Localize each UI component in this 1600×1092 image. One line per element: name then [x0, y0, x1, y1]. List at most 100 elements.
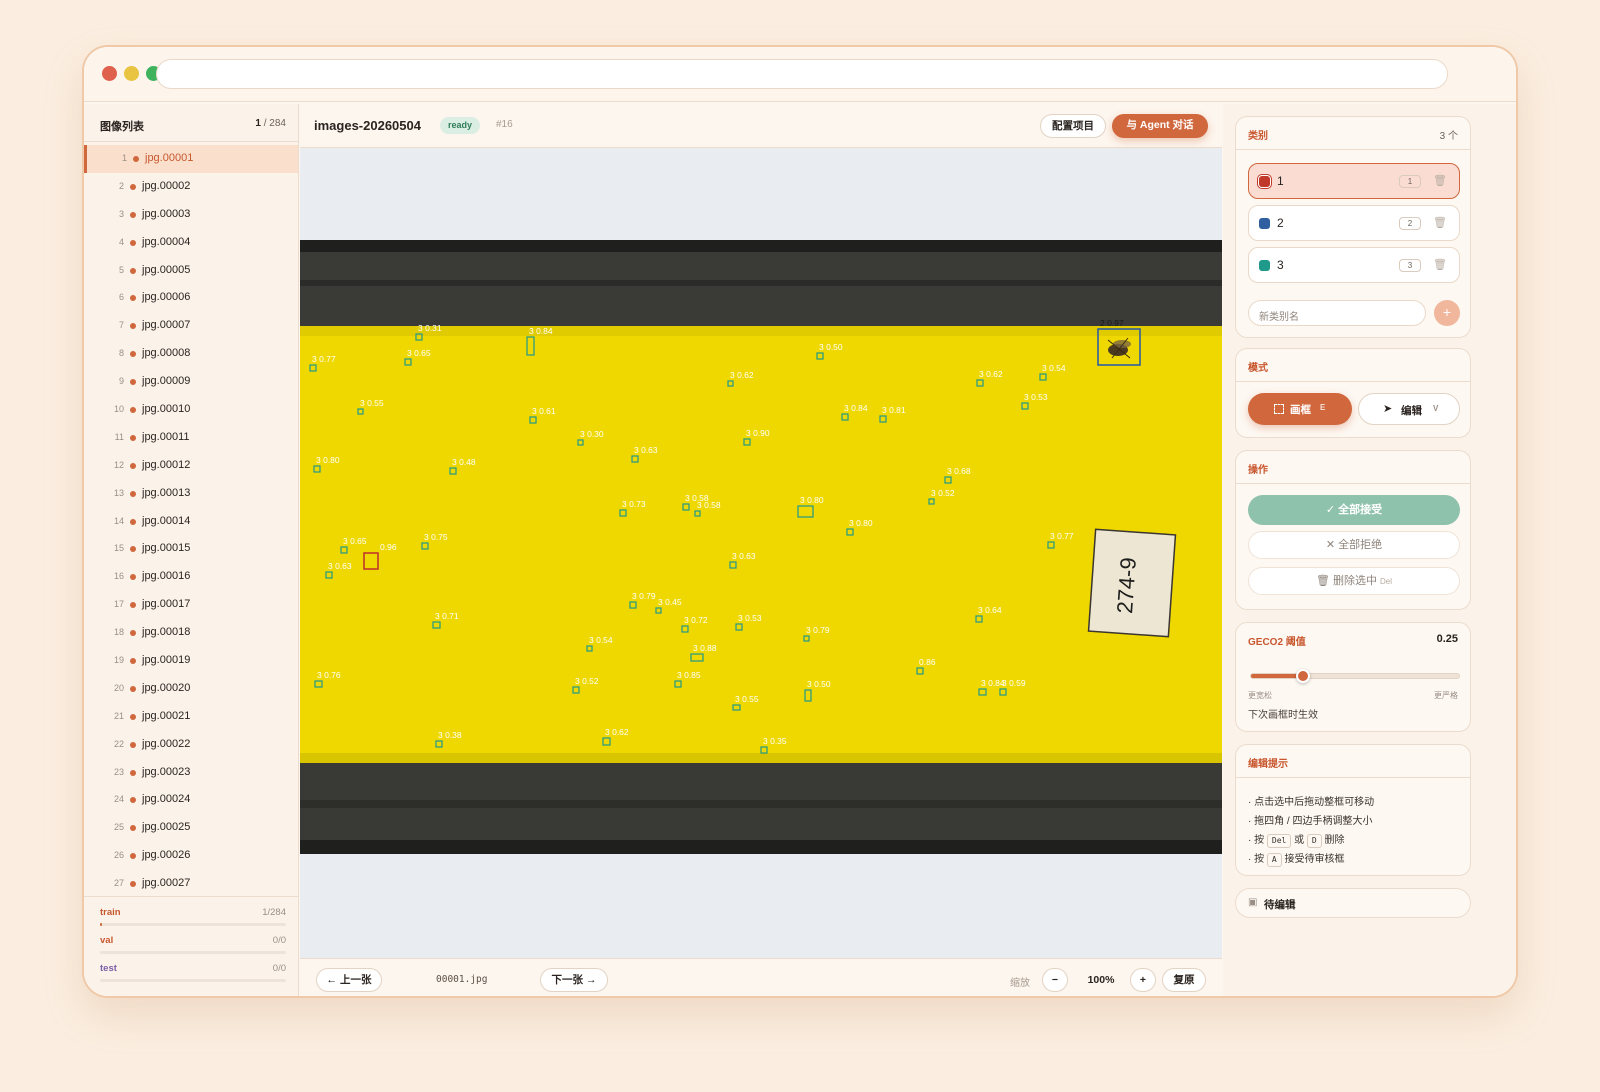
image-index: 4 [118, 236, 124, 247]
detection-label: 3 0.84 [529, 326, 553, 336]
image-list-item[interactable]: 8 jpg.00008 [84, 340, 298, 368]
detection-label: 3 0.75 [424, 532, 448, 542]
image-index: 6 [118, 292, 124, 303]
image-list-item[interactable]: 5 jpg.00005 [84, 257, 298, 285]
image-list-item[interactable]: 22 jpg.00022 [84, 731, 298, 759]
status-dot [133, 156, 139, 162]
delete-key: Del [1380, 577, 1393, 586]
threshold-loose-label: 更宽松 [1248, 691, 1272, 700]
image-list-item[interactable]: 24 jpg.00024 [84, 786, 298, 814]
classes-count: 3 个 [1439, 131, 1458, 142]
config-project-button[interactable]: 配置项目 [1040, 114, 1106, 138]
new-class-input[interactable]: 新类别名 [1248, 300, 1426, 326]
threshold-slider[interactable] [1250, 669, 1460, 683]
image-list-item[interactable]: 13 jpg.00013 [84, 480, 298, 508]
accept-all-button[interactable]: ✓ 全部接受 [1248, 495, 1460, 525]
image-list-item[interactable]: 25 jpg.00025 [84, 814, 298, 842]
threshold-note: 下次画框时生效 [1248, 710, 1318, 721]
prev-image-button[interactable]: ← 上一张 [316, 968, 382, 992]
image-list-item[interactable]: 20 jpg.00020 [84, 675, 298, 703]
image-list-item[interactable]: 1 jpg.00001 [84, 145, 298, 173]
image-list-item[interactable]: 14 jpg.00014 [84, 508, 298, 536]
threshold-slider-handle[interactable] [1296, 669, 1310, 683]
class-item-1[interactable]: 1 1 🗑 [1248, 163, 1460, 199]
image-list-item[interactable]: 16 jpg.00016 [84, 563, 298, 591]
image-list-item[interactable]: 9 jpg.00009 [84, 368, 298, 396]
image-list-item[interactable]: 21 jpg.00021 [84, 703, 298, 731]
annotation-image: 274-9 2 0.97 0.96 3 0.31 3 0.84 3 0.77 3 0.65… [300, 240, 1222, 854]
detection-label: 3 0.65 [407, 348, 431, 358]
reset-zoom-button[interactable]: 复原 [1162, 968, 1206, 992]
detection-label: 3 0.38 [438, 730, 462, 740]
edit-tips-title: 编辑提示 [1248, 759, 1288, 770]
close-window-button[interactable] [102, 66, 117, 81]
tip-delete: · 按 Del 或 D 删除 [1248, 834, 1345, 848]
image-filename: jpg.00014 [142, 514, 191, 527]
agent-chat-button[interactable]: 与 Agent 对话 [1112, 114, 1208, 138]
save-icon: ▣ [1248, 897, 1258, 908]
reject-all-button[interactable]: ✕ 全部拒绝 [1248, 531, 1460, 559]
status-dot [130, 881, 136, 888]
image-list-item[interactable]: 17 jpg.00017 [84, 591, 298, 619]
status-dot [130, 658, 136, 665]
minimize-window-button[interactable] [124, 66, 139, 81]
dataset-splits: train 1/284 val 0/0 test 0/0 [84, 896, 298, 996]
delete-selected-button[interactable]: 🗑 删除选中 Del [1248, 567, 1460, 595]
zoom-in-button[interactable]: + [1130, 968, 1156, 992]
status-dot [130, 490, 136, 497]
image-index: 16 [113, 571, 124, 582]
status-dot [130, 239, 136, 246]
status-dot [130, 685, 136, 692]
image-filename: jpg.00026 [142, 849, 191, 862]
detection-label: 3 0.79 [806, 625, 830, 635]
trash-icon[interactable]: 🗑 [1433, 216, 1447, 229]
image-index: 9 [118, 376, 124, 387]
image-list-item[interactable]: 23 jpg.00023 [84, 759, 298, 787]
annotation-canvas[interactable]: 274-9 2 0.97 0.96 3 0.31 3 0.84 3 0.77 3 0.65… [300, 240, 1222, 854]
split-train: train 1/284 [100, 907, 286, 935]
split-count: 0/0 [272, 935, 286, 946]
trash-icon[interactable]: 🗑 [1433, 258, 1447, 271]
image-filename: jpg.00018 [142, 626, 191, 639]
image-list-item[interactable]: 7 jpg.00007 [84, 312, 298, 340]
status-dot [130, 602, 136, 609]
draw-box-icon [1274, 404, 1284, 414]
image-index: 13 [113, 487, 124, 498]
add-class-button[interactable]: + [1434, 300, 1460, 326]
zoom-out-button[interactable]: − [1042, 968, 1068, 992]
image-index: 14 [113, 515, 124, 526]
image-list-item[interactable]: 15 jpg.00015 [84, 535, 298, 563]
image-list-item[interactable]: 10 jpg.00010 [84, 396, 298, 424]
trash-icon[interactable]: 🗑 [1433, 174, 1447, 187]
image-list-item[interactable]: 12 jpg.00012 [84, 452, 298, 480]
edit-mode-button[interactable]: ➤ 编辑 V [1358, 393, 1460, 425]
image-index: 7 [118, 320, 124, 331]
image-list-item[interactable]: 2 jpg.00002 [84, 173, 298, 201]
pending-edit-bar[interactable]: ▣ 待编辑 [1235, 888, 1471, 918]
image-filename: jpg.00027 [142, 877, 191, 890]
class-name: 1 [1277, 174, 1284, 188]
next-image-button[interactable]: 下一张 → [540, 968, 608, 992]
current-filename: 00001.jpg [436, 974, 488, 985]
status-dot [130, 574, 136, 581]
split-progress [100, 951, 286, 954]
image-list-item[interactable]: 27 jpg.00027 [84, 870, 298, 893]
address-bar[interactable] [156, 59, 1448, 89]
detection-label: 3 0.77 [1050, 531, 1074, 541]
zoom-label: 缩放 [1010, 978, 1030, 989]
image-list-item[interactable]: 6 jpg.00006 [84, 284, 298, 312]
status-dot [130, 630, 136, 637]
image-list-item[interactable]: 3 jpg.00003 [84, 201, 298, 229]
split-name: val [100, 935, 114, 946]
class-item-2[interactable]: 2 2 🗑 [1248, 205, 1460, 241]
class-item-3[interactable]: 3 3 🗑 [1248, 247, 1460, 283]
image-filename: jpg.00025 [142, 821, 191, 834]
status-dot [130, 211, 136, 218]
image-list-item[interactable]: 11 jpg.00011 [84, 424, 298, 452]
image-list-item[interactable]: 4 jpg.00004 [84, 229, 298, 257]
detection-label: 3 0.58 [697, 500, 721, 510]
image-list-item[interactable]: 18 jpg.00018 [84, 619, 298, 647]
image-list-item[interactable]: 26 jpg.00026 [84, 842, 298, 870]
image-list-item[interactable]: 19 jpg.00019 [84, 647, 298, 675]
draw-mode-button[interactable]: 画框 E [1248, 393, 1352, 425]
